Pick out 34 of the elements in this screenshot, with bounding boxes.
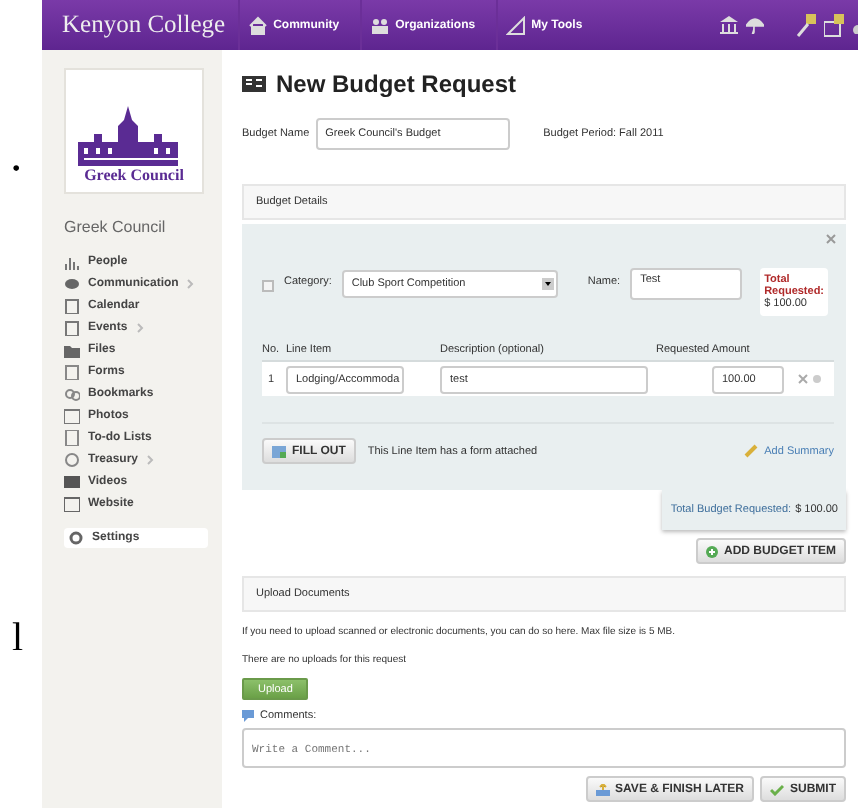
house-icon	[247, 15, 268, 35]
dropdown-arrow-icon	[541, 278, 554, 290]
page-icon	[64, 495, 80, 511]
page-title: New Budget Request	[276, 70, 517, 98]
chevron-right-icon	[146, 453, 155, 465]
form-icon	[272, 445, 286, 457]
chevron-right-icon	[186, 277, 195, 289]
circle-icon	[64, 451, 80, 467]
film-icon	[64, 473, 80, 489]
chevron-right-icon	[135, 321, 144, 333]
pin-icon[interactable]	[796, 13, 816, 37]
bullet-mark: •	[12, 154, 21, 184]
brand-logo[interactable]: Kenyon College	[62, 10, 226, 40]
logo-text: Greek Council	[84, 166, 184, 184]
notepad-icon[interactable]	[824, 13, 844, 37]
checkmark-icon	[770, 783, 784, 795]
bank-icon[interactable]	[720, 16, 738, 34]
document-icon	[64, 363, 80, 379]
picture-icon	[64, 407, 80, 423]
calculator-icon	[242, 76, 266, 92]
speech-bubble-icon	[64, 275, 80, 291]
checkbox-icon	[262, 280, 274, 292]
plus-circle-icon	[706, 545, 718, 557]
pencil-icon	[744, 444, 759, 458]
umbrella-icon[interactable]	[746, 16, 764, 34]
organization-name: Greek Council	[64, 218, 168, 236]
upload-tray-icon	[595, 783, 610, 795]
letter-fragment: l	[12, 616, 24, 662]
chart-icon	[64, 253, 80, 269]
ruler-icon	[505, 15, 526, 35]
people-icon	[369, 15, 390, 35]
speech-bubble-icon	[242, 710, 254, 722]
folder-icon	[64, 341, 80, 357]
link-icon	[64, 385, 80, 401]
